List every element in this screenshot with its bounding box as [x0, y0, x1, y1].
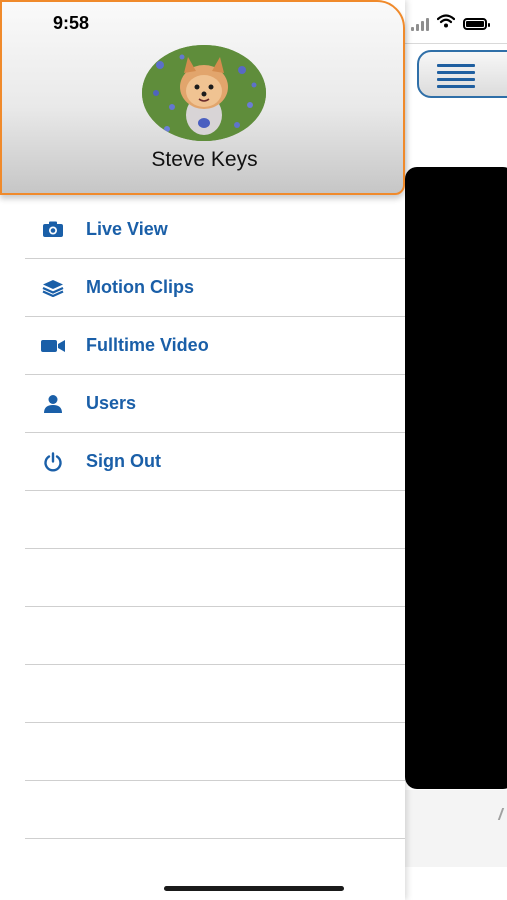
cellular-signal-icon [411, 17, 429, 31]
battery-icon [463, 17, 490, 30]
empty-list-row [25, 607, 405, 665]
layers-icon [40, 278, 66, 298]
background-footer [405, 790, 507, 867]
menu-item-motion-clips[interactable]: Motion Clips [25, 259, 405, 317]
menu-item-label: Users [86, 393, 137, 413]
drawer-menu: Live View Motion Clips Fulltime Video Us… [25, 201, 405, 839]
home-indicator[interactable] [164, 886, 344, 891]
hamburger-icon [437, 64, 475, 88]
menu-item-label: Live View [86, 219, 168, 239]
menu-item-users[interactable]: Users [25, 375, 405, 433]
status-time: 9:58 [53, 13, 90, 33]
empty-list-row [25, 549, 405, 607]
empty-list-row [25, 723, 405, 781]
avatar-photo [142, 45, 266, 141]
power-icon [40, 451, 66, 472]
navigation-drawer: Steve Keys Live View Motion Clips Fullti… [0, 0, 405, 900]
menu-item-label: Motion Clips [86, 277, 194, 297]
background-header-divider [405, 43, 507, 44]
video-player[interactable] [405, 167, 507, 789]
user-icon [40, 394, 66, 414]
avatar[interactable] [142, 45, 266, 141]
user-name: Steve Keys [151, 148, 258, 171]
menu-item-live-view[interactable]: Live View [25, 201, 405, 259]
wifi-icon [436, 14, 456, 33]
menu-item-fulltime-video[interactable]: Fulltime Video [25, 317, 405, 375]
video-camera-icon [40, 336, 66, 356]
empty-list-row [25, 665, 405, 723]
menu-item-label: Fulltime Video [86, 335, 209, 355]
empty-list-row [25, 491, 405, 549]
status-indicators [411, 14, 490, 33]
empty-list-row [25, 781, 405, 839]
camera-icon [40, 220, 66, 240]
menu-item-label: Sign Out [86, 451, 161, 471]
menu-toggle-button[interactable] [417, 50, 507, 98]
menu-item-sign-out[interactable]: Sign Out [25, 433, 405, 491]
